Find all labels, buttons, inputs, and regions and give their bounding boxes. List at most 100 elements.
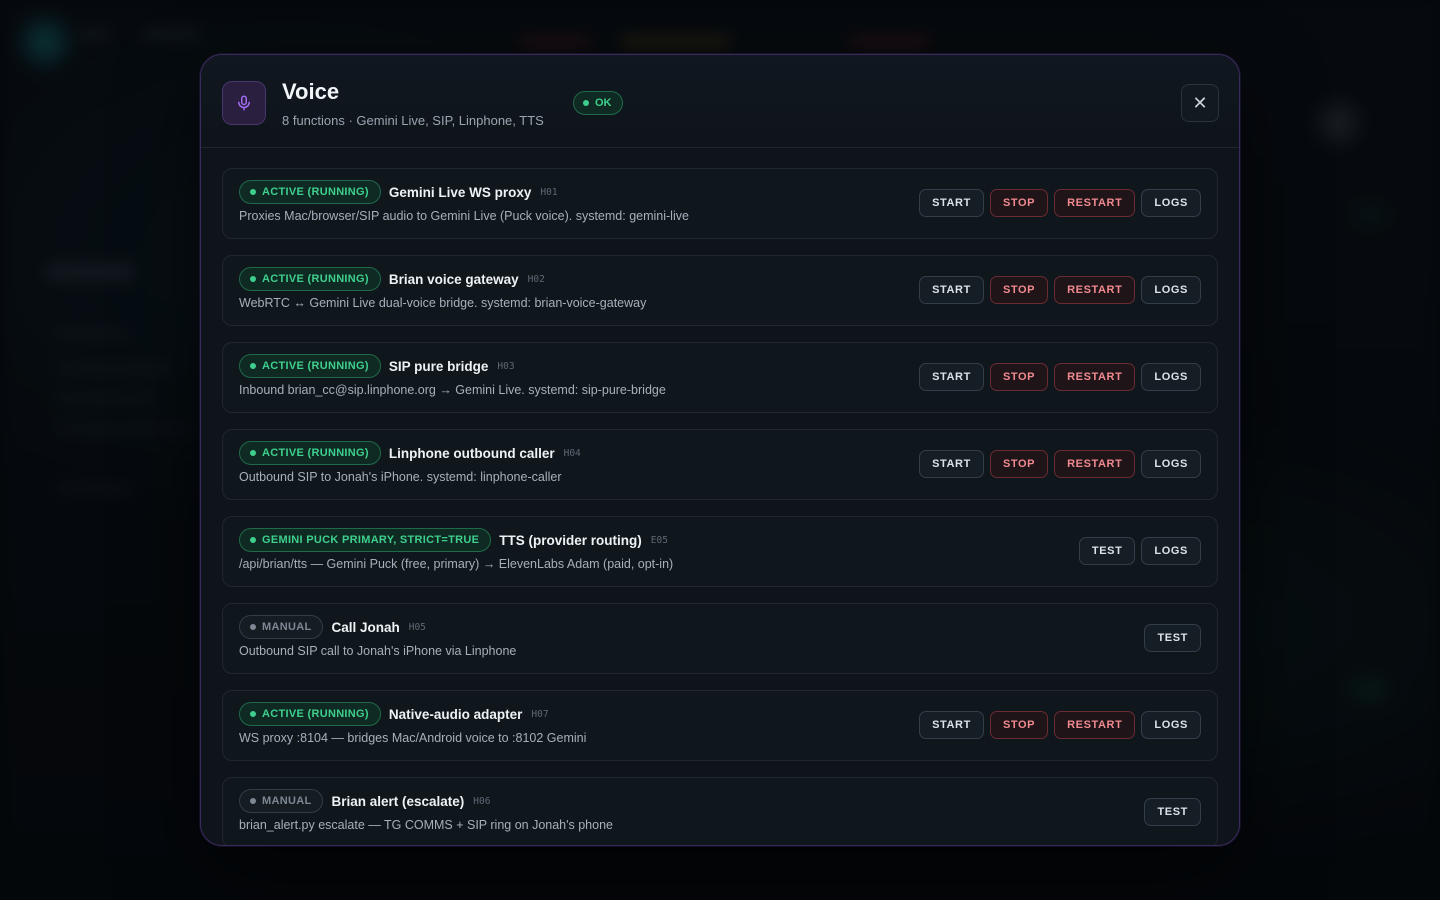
function-status-label: ACTIVE (RUNNING) [262,708,369,720]
function-code: H06 [473,795,491,807]
function-row: ACTIVE (RUNNING) Native-audio adapter H07 W… [222,690,1218,761]
function-code: E05 [650,534,668,546]
function-name: Native-audio adapter [388,706,523,722]
function-list: ACTIVE (RUNNING) Gemini Live WS proxy H01 P… [201,148,1239,845]
stop-button[interactable]: STOP [989,450,1049,478]
status-dot-icon [250,363,256,369]
logs-button[interactable]: LOGS [1141,450,1201,478]
status-dot-icon [583,100,589,106]
function-code: H07 [531,708,549,720]
function-status-label: ACTIVE (RUNNING) [262,273,369,285]
function-description: WS proxy :8104 — bridges Mac/Android voi… [239,731,587,745]
function-code: H03 [497,360,515,372]
function-code: H01 [540,186,558,198]
function-name: SIP pure bridge [388,358,489,374]
function-row-header: ACTIVE (RUNNING) Gemini Live WS proxy H01 [239,180,558,204]
status-dot-icon [250,276,256,282]
status-badge-label: OK [595,97,612,109]
stop-button[interactable]: STOP [989,276,1049,304]
function-code: H02 [527,273,545,285]
function-name: Call Jonah [331,619,400,635]
modal-header: Voice 8 functions · Gemini Live, SIP, Li… [201,55,1239,148]
function-actions: START STOP RESTART LOGS [919,276,1201,304]
function-status-label: MANUAL [262,795,312,807]
function-name: TTS (provider routing) [499,532,642,548]
modal-subtitle: 8 functions · Gemini Live, SIP, Linphone… [282,113,544,128]
function-description: Proxies Mac/browser/SIP audio to Gemini … [239,209,689,223]
logs-button[interactable]: LOGS [1141,537,1201,565]
start-button[interactable]: START [919,450,984,478]
function-description: brian_alert.py escalate — TG COMMS + SIP… [239,818,613,832]
status-dot-icon [250,189,256,195]
function-status-badge: ACTIVE (RUNNING) [239,702,381,726]
function-status-label: ACTIVE (RUNNING) [262,186,369,198]
function-row: MANUAL Brian alert (escalate) H06 brian_ale… [222,777,1218,845]
function-description: Inbound brian_cc@sip.linphone.org → Gemi… [239,383,666,397]
function-actions: START STOP RESTART LOGS [919,363,1201,391]
function-row-header: ACTIVE (RUNNING) Linphone outbound caller… [239,441,581,465]
start-button[interactable]: START [919,189,984,217]
logs-button[interactable]: LOGS [1141,363,1201,391]
restart-button[interactable]: RESTART [1054,450,1136,478]
function-name: Brian alert (escalate) [331,793,465,809]
logs-button[interactable]: LOGS [1141,276,1201,304]
function-status-badge: ACTIVE (RUNNING) [239,267,381,291]
status-dot-icon [250,711,256,717]
restart-button[interactable]: RESTART [1054,276,1136,304]
function-status-badge: GEMINI PUCK PRIMARY, STRICT=TRUE [239,528,492,552]
test-button[interactable]: TEST [1144,624,1201,652]
status-dot-icon [250,537,256,543]
status-dot-icon [250,450,256,456]
function-status-badge: MANUAL [239,789,324,813]
microphone-icon [222,81,266,125]
function-actions: START STOP RESTART LOGS [919,189,1201,217]
function-row-header: MANUAL Brian alert (escalate) H06 [239,789,490,813]
restart-button[interactable]: RESTART [1054,711,1136,739]
function-status-label: ACTIVE (RUNNING) [262,360,369,372]
close-icon: ✕ [1192,92,1208,113]
function-row-header: ACTIVE (RUNNING) Native-audio adapter H07 [239,702,549,726]
function-status-label: MANUAL [262,621,312,633]
function-actions: START STOP RESTART LOGS [919,711,1201,739]
logs-button[interactable]: LOGS [1141,711,1201,739]
function-code: H05 [408,621,426,633]
function-description: WebRTC ↔ Gemini Live dual-voice bridge. … [239,296,647,310]
start-button[interactable]: START [919,363,984,391]
function-row: MANUAL Call Jonah H05 Outbound SIP call to … [222,603,1218,674]
function-row-header: MANUAL Call Jonah H05 [239,615,426,639]
function-row: ACTIVE (RUNNING) Gemini Live WS proxy H01 P… [222,168,1218,239]
function-row-header: ACTIVE (RUNNING) Brian voice gateway H02 [239,267,545,291]
function-status-badge: MANUAL [239,615,324,639]
function-row-header: ACTIVE (RUNNING) SIP pure bridge H03 [239,354,515,378]
stop-button[interactable]: STOP [989,711,1049,739]
function-row-header: GEMINI PUCK PRIMARY, STRICT=TRUE TTS (pro… [239,528,668,552]
function-description: Outbound SIP to Jonah's iPhone. systemd:… [239,470,562,484]
function-description: Outbound SIP call to Jonah's iPhone via … [239,644,517,658]
function-row: ACTIVE (RUNNING) Linphone outbound caller… [222,429,1218,500]
restart-button[interactable]: RESTART [1054,189,1136,217]
start-button[interactable]: START [919,711,984,739]
function-name: Gemini Live WS proxy [388,184,532,200]
function-code: H04 [563,447,581,459]
status-badge: OK [573,91,623,115]
function-status-badge: ACTIVE (RUNNING) [239,354,381,378]
test-button[interactable]: TEST [1078,537,1136,565]
function-name: Brian voice gateway [388,271,519,287]
restart-button[interactable]: RESTART [1054,363,1136,391]
logs-button[interactable]: LOGS [1141,189,1201,217]
stop-button[interactable]: STOP [989,363,1049,391]
status-dot-icon [250,624,256,630]
function-actions: TEST [1144,624,1201,652]
modal-title: Voice [282,79,340,104]
function-status-label: ACTIVE (RUNNING) [262,447,369,459]
test-button[interactable]: TEST [1144,798,1201,826]
stop-button[interactable]: STOP [989,189,1049,217]
function-status-badge: ACTIVE (RUNNING) [239,441,381,465]
function-status-badge: ACTIVE (RUNNING) [239,180,381,204]
start-button[interactable]: START [919,276,984,304]
status-dot-icon [250,798,256,804]
function-row: GEMINI PUCK PRIMARY, STRICT=TRUE TTS (pro… [222,516,1218,587]
function-actions: TEST [1144,798,1201,826]
function-row: ACTIVE (RUNNING) Brian voice gateway H02 We… [222,255,1218,326]
close-button[interactable]: ✕ [1181,84,1219,122]
